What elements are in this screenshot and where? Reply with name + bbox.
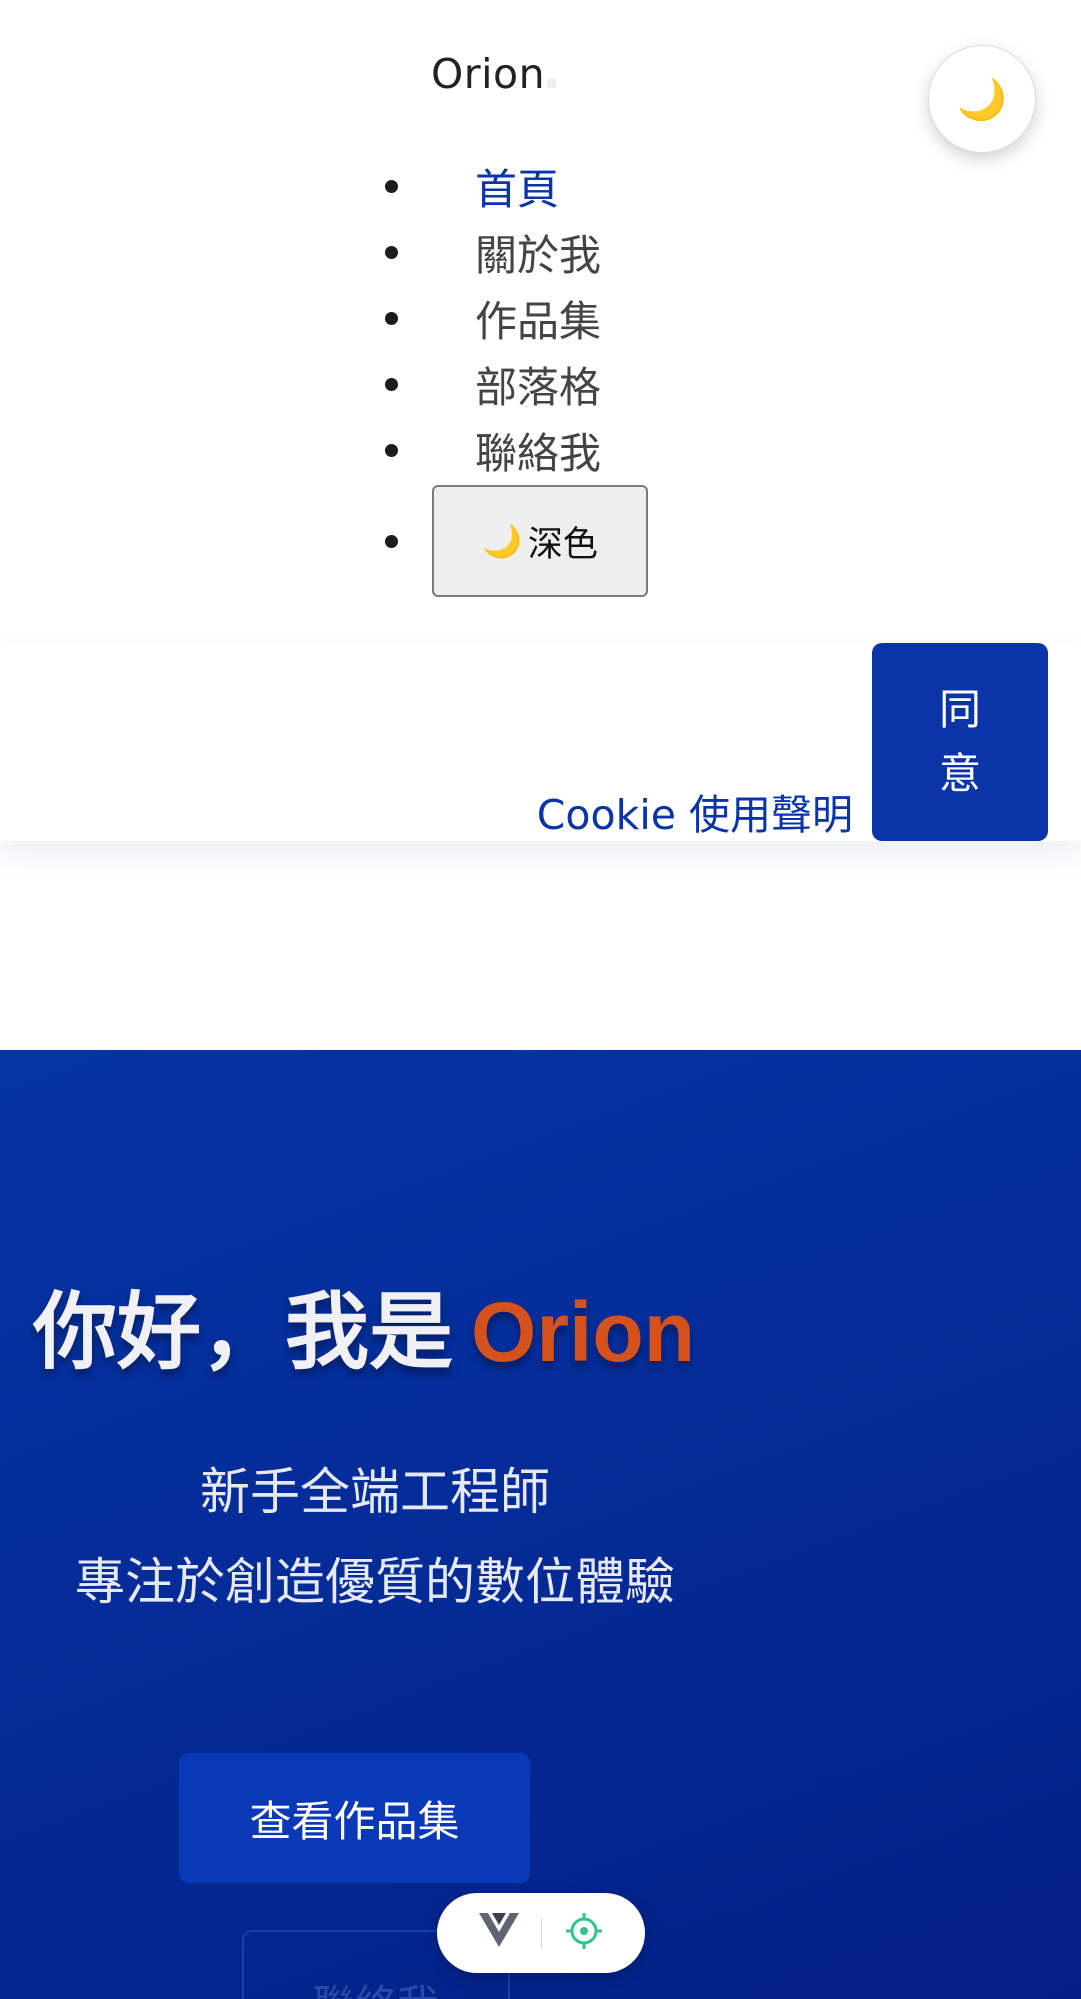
dark-mode-button[interactable]: 🌙 深色 xyxy=(432,485,648,597)
hero-subtitle-line2: 專注於創造優質的數位體驗 xyxy=(75,1553,675,1611)
target-icon[interactable] xyxy=(564,1911,604,1955)
hero-subtitle-line1: 新手全端工程師 xyxy=(200,1463,550,1521)
brand-logo[interactable]: Orion xyxy=(431,50,557,98)
cookie-agree-button[interactable]: 同意 xyxy=(872,643,1048,841)
list-bullet xyxy=(385,535,398,548)
nav-link-contact[interactable]: 聯絡我 xyxy=(475,420,601,481)
list-bullet xyxy=(385,378,398,391)
cookie-agree-label: 同意 xyxy=(938,685,981,798)
list-bullet xyxy=(385,312,398,325)
nav-item-home: 首頁 xyxy=(0,156,700,216)
hero-greeting: 你好，我是 xyxy=(33,1283,454,1381)
vue-devtools-toolbar[interactable] xyxy=(437,1893,645,1973)
dark-mode-label: 深色 xyxy=(527,524,598,564)
nav-item-portfolio: 作品集 xyxy=(0,288,700,348)
nav-item-about: 關於我 xyxy=(0,222,700,282)
hero-name: Orion xyxy=(471,1285,696,1379)
nav-item-contact: 聯絡我 xyxy=(0,420,700,480)
moon-icon: 🌙 xyxy=(957,76,1007,123)
toolbar-divider xyxy=(540,1918,542,1948)
list-bullet xyxy=(385,444,398,457)
brand-dot xyxy=(547,79,557,88)
brand-name: Orion xyxy=(431,50,546,98)
list-bullet xyxy=(385,246,398,259)
nav-item-blog: 部落格 xyxy=(0,354,700,414)
cookie-policy-link[interactable]: Cookie 使用聲明 xyxy=(537,781,853,841)
nav-link-blog[interactable]: 部落格 xyxy=(475,354,601,415)
cookie-banner: Cookie 使用聲明 同意 xyxy=(0,643,1081,841)
hero-section: 你好，我是Orion 新手全端工程師 專注於創造優質的數位體驗 查看作品集 聯絡… xyxy=(0,1050,1081,1999)
view-portfolio-label: 查看作品集 xyxy=(249,1796,460,1846)
moon-icon: 🌙 xyxy=(482,523,522,559)
nav-link-home[interactable]: 首頁 xyxy=(475,156,559,217)
site-header: Orion 🌙 首頁 關於我 作品集 部落格 聯絡我 🌙 深色 xyxy=(0,0,1081,644)
list-bullet xyxy=(385,180,398,193)
hero-title: 你好，我是 Orion xyxy=(33,1265,695,1386)
view-portfolio-button[interactable]: 查看作品集 xyxy=(179,1753,530,1883)
vue-logo-icon[interactable] xyxy=(478,1913,519,1953)
theme-toggle-floating-button[interactable]: 🌙 xyxy=(928,45,1036,153)
nav-link-about[interactable]: 關於我 xyxy=(475,222,601,283)
nav-link-portfolio[interactable]: 作品集 xyxy=(475,288,601,349)
contact-me-label: 聯絡我 xyxy=(313,1972,439,1999)
